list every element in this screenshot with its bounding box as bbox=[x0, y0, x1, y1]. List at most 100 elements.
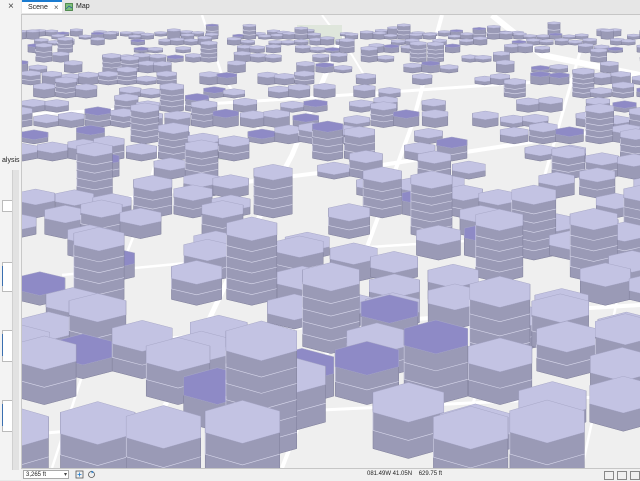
hexbin-column bbox=[213, 175, 249, 198]
hexbin-column bbox=[448, 35, 461, 40]
hexbin-column bbox=[64, 60, 82, 72]
hexbin-column bbox=[531, 71, 550, 85]
hexbin-column bbox=[592, 72, 611, 84]
hexbin-column bbox=[77, 142, 113, 198]
pane-close-icon[interactable]: × bbox=[8, 1, 14, 12]
hexbin-column bbox=[535, 46, 550, 53]
hexbin-column bbox=[258, 35, 271, 40]
hexbin-column bbox=[550, 72, 569, 84]
hexbin-column bbox=[22, 70, 40, 84]
hexbin-column bbox=[384, 44, 399, 53]
hexbin-column bbox=[120, 208, 161, 238]
hexbin-column bbox=[268, 86, 289, 98]
hexbin-column bbox=[608, 47, 623, 53]
hexbin-column bbox=[410, 41, 426, 62]
hexbin-column bbox=[158, 123, 188, 161]
hexbin-column bbox=[460, 39, 474, 45]
hexbin-column bbox=[99, 71, 118, 85]
hexbin-column bbox=[476, 209, 523, 282]
scene-canvas[interactable] bbox=[22, 15, 640, 468]
hexbin-column bbox=[384, 34, 397, 39]
tab-map[interactable]: Map bbox=[62, 0, 94, 13]
hexbin-column bbox=[539, 97, 562, 113]
hexbin-column bbox=[452, 161, 485, 179]
coordinate-readout: 081.49W 41.05N 629.75 ft bbox=[367, 471, 442, 477]
hexbin-column bbox=[264, 110, 290, 128]
hexbin-column bbox=[250, 46, 265, 53]
hexbin-column bbox=[241, 40, 255, 45]
hexbin-column bbox=[167, 55, 183, 62]
selection-icon[interactable] bbox=[604, 471, 614, 480]
hexbin-column bbox=[281, 40, 295, 45]
hexbin-column bbox=[36, 43, 52, 62]
hexbin-extrusion-layer bbox=[22, 22, 640, 468]
hexbin-column bbox=[310, 47, 325, 53]
hexbin-column bbox=[331, 52, 347, 62]
tab-close-icon[interactable]: × bbox=[54, 3, 59, 13]
hexbin-column bbox=[313, 54, 329, 62]
rotate-icon[interactable] bbox=[87, 470, 96, 479]
hexbin-column bbox=[329, 204, 370, 239]
scale-selector[interactable]: 3,265 ft ▾ bbox=[23, 470, 69, 479]
pane-thumbnail-bar bbox=[2, 334, 3, 356]
hexbin-column bbox=[590, 376, 640, 431]
hexbin-column bbox=[37, 142, 67, 161]
hexbin-column bbox=[404, 63, 422, 73]
hexbin-column bbox=[22, 130, 48, 144]
hexbin-column bbox=[393, 110, 419, 128]
pane-scrollbar[interactable] bbox=[12, 170, 19, 470]
hexbin-column bbox=[373, 32, 386, 40]
hexbin-column bbox=[91, 37, 105, 45]
hexbin-column bbox=[556, 127, 584, 144]
hexbin-column bbox=[473, 111, 499, 128]
hexbin-column bbox=[586, 104, 614, 144]
hexbin-column bbox=[250, 53, 266, 62]
hexbin-column bbox=[275, 73, 294, 85]
hexbin-column bbox=[316, 63, 334, 73]
hexbin-column bbox=[361, 46, 377, 62]
hexbin-column bbox=[271, 34, 284, 40]
hexbin-column bbox=[416, 225, 460, 260]
pause-icon[interactable] bbox=[630, 471, 640, 480]
hexbin-column bbox=[227, 37, 241, 45]
fixed-zoom-icon[interactable] bbox=[75, 470, 84, 479]
hexbin-column bbox=[157, 71, 176, 85]
chevron-down-icon[interactable]: ▾ bbox=[64, 471, 67, 479]
hexbin-column bbox=[378, 55, 394, 62]
hexbin-column bbox=[217, 72, 236, 85]
hexbin-column bbox=[505, 44, 520, 53]
hexbin-column bbox=[510, 400, 584, 468]
hexbin-column bbox=[184, 39, 198, 45]
hexbin-column bbox=[445, 44, 460, 53]
pane-thumbnail-bar bbox=[2, 404, 3, 426]
hexbin-column bbox=[325, 47, 340, 52]
hexbin-column bbox=[320, 37, 334, 46]
hexbin-column bbox=[22, 336, 76, 405]
hexbin-column bbox=[227, 217, 277, 305]
hexbin-column bbox=[412, 74, 431, 85]
hexbin-column bbox=[60, 402, 134, 468]
hexbin-column bbox=[55, 77, 76, 98]
map-icon bbox=[65, 3, 73, 11]
hexbin-column bbox=[500, 31, 513, 39]
hexbin-column bbox=[283, 32, 296, 39]
hexbin-column bbox=[58, 112, 84, 128]
hexbin-column bbox=[33, 83, 54, 98]
hexbin-column bbox=[148, 47, 163, 53]
scale-value: 3,265 ft bbox=[26, 472, 46, 478]
refresh-icon[interactable] bbox=[617, 471, 627, 480]
coordinate-value: 081.49W 41.05N bbox=[367, 471, 412, 477]
hexbin-column bbox=[243, 24, 256, 39]
hexbin-column bbox=[360, 31, 373, 40]
hexbin-column bbox=[422, 61, 440, 73]
hexbin-column bbox=[288, 84, 309, 98]
hexbin-column bbox=[295, 27, 308, 39]
hexbin-column bbox=[555, 38, 569, 45]
hexbin-column bbox=[422, 110, 448, 128]
hexbin-column bbox=[141, 88, 162, 98]
hexbin-column bbox=[496, 60, 514, 73]
hexbin-column bbox=[600, 61, 618, 73]
hexbin-column bbox=[258, 72, 277, 85]
tab-scene[interactable]: Scene × bbox=[22, 0, 62, 13]
scene-viewport[interactable] bbox=[22, 15, 640, 468]
